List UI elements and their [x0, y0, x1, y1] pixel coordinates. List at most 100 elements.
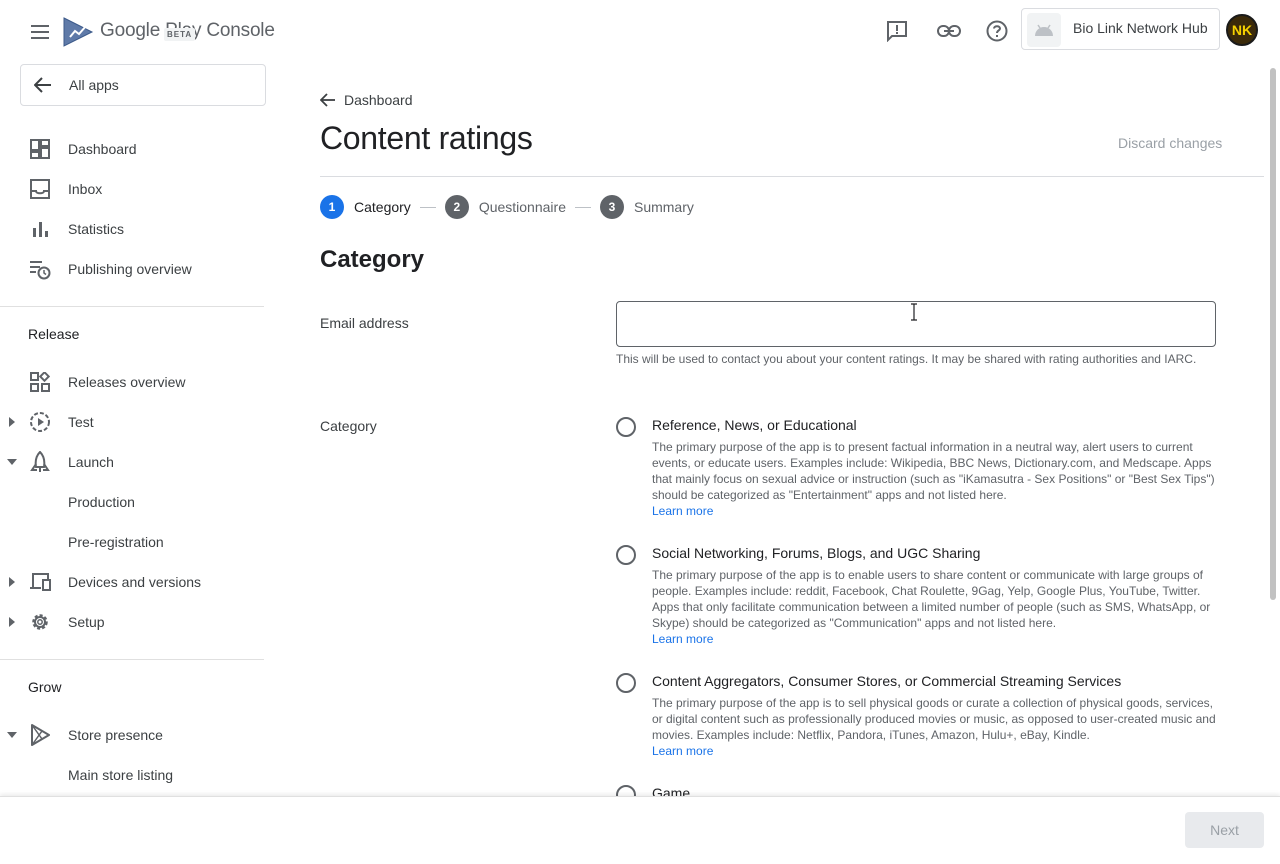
publishing-overview-icon	[29, 258, 51, 280]
sidebar-divider	[0, 306, 264, 307]
breadcrumb[interactable]: Dashboard	[320, 92, 413, 108]
step-connector	[574, 206, 591, 208]
radio-social[interactable]	[616, 545, 636, 565]
menu-icon[interactable]	[26, 18, 54, 46]
sidebar-item-label: Store presence	[68, 727, 163, 743]
option-description-text: The primary purpose of the app is to sel…	[652, 696, 1216, 742]
email-helper-text: This will be used to contact you about y…	[616, 352, 1197, 366]
android-icon	[1027, 13, 1061, 47]
sidebar-item-production[interactable]: Production	[0, 484, 264, 520]
sidebar-item-label: Dashboard	[68, 141, 137, 157]
option-description: The primary purpose of the app is to ena…	[652, 567, 1222, 647]
option-description: The primary purpose of the app is to sel…	[652, 695, 1222, 759]
sidebar-item-label: Launch	[68, 454, 114, 470]
sidebar-item-label: Main store listing	[68, 767, 174, 783]
category-option-reference: Reference, News, or Educational The prim…	[616, 417, 1226, 527]
option-description-text: The primary purpose of the app is to pre…	[652, 440, 1215, 502]
title-divider	[320, 176, 1264, 177]
caret-down-icon[interactable]	[6, 456, 18, 468]
sidebar-item-label: Releases overview	[68, 374, 186, 390]
category-option-social: Social Networking, Forums, Blogs, and UG…	[616, 545, 1226, 655]
sidebar-item-test[interactable]: Test	[0, 404, 264, 440]
sidebar-item-store-presence[interactable]: Store presence	[0, 717, 264, 753]
radio-reference[interactable]	[616, 417, 636, 437]
option-description-text: The primary purpose of the app is to ena…	[652, 568, 1211, 630]
app-selector[interactable]: Bio Link Network Hub	[1021, 8, 1220, 50]
releases-overview-icon	[29, 371, 51, 393]
all-apps-label: All apps	[69, 77, 119, 93]
arrow-back-icon	[320, 93, 335, 107]
devices-icon	[29, 571, 51, 593]
sidebar-section-release: Release	[28, 326, 80, 342]
caret-down-icon[interactable]	[6, 729, 18, 741]
sidebar-item-label: Publishing overview	[68, 261, 192, 277]
breadcrumb-label: Dashboard	[344, 92, 413, 108]
sidebar-item-main-store-listing[interactable]: Main store listing	[0, 757, 264, 793]
step-questionnaire[interactable]: 2 Questionnaire	[444, 195, 566, 219]
bar-chart-icon	[29, 218, 51, 240]
step-number: 2	[444, 195, 469, 219]
feedback-icon[interactable]	[883, 17, 911, 45]
sidebar-item-releases-overview[interactable]: Releases overview	[0, 364, 264, 400]
category-option-aggregators: Content Aggregators, Consumer Stores, or…	[616, 673, 1226, 763]
sidebar-item-launch[interactable]: Launch	[0, 444, 264, 480]
option-title: Social Networking, Forums, Blogs, and UG…	[652, 545, 981, 561]
sidebar-item-label: Inbox	[68, 181, 103, 197]
test-icon	[29, 411, 51, 433]
help-icon[interactable]	[983, 17, 1011, 45]
option-title: Content Aggregators, Consumer Stores, or…	[652, 673, 1122, 689]
discard-changes-button[interactable]: Discard changes	[1118, 135, 1222, 151]
sidebar-item-pre-registration[interactable]: Pre-registration	[0, 524, 264, 560]
sidebar-section-grow: Grow	[28, 679, 62, 695]
avatar[interactable]: NK	[1226, 14, 1258, 46]
step-number: 3	[599, 195, 624, 219]
stepper: 1 Category 2 Questionnaire 3 Summary	[320, 195, 694, 219]
sidebar-item-setup[interactable]: Setup	[0, 604, 264, 640]
all-apps-button[interactable]: All apps	[20, 64, 266, 106]
step-number: 1	[320, 195, 344, 219]
play-console-logo-icon	[63, 17, 94, 47]
beta-badge: BETA	[164, 28, 196, 41]
sidebar-item-publishing-overview[interactable]: Publishing overview	[0, 251, 264, 287]
play-icon	[29, 724, 51, 746]
step-label: Category	[354, 199, 411, 215]
step-label: Questionnaire	[478, 199, 566, 215]
bottom-action-bar	[0, 796, 1280, 864]
email-field[interactable]	[616, 301, 1216, 347]
sidebar-item-label: Setup	[68, 614, 105, 630]
app-name: Bio Link Network Hub	[1073, 20, 1208, 36]
learn-more-link[interactable]: Learn more	[652, 503, 1222, 519]
sidebar-item-label: Test	[68, 414, 94, 430]
sidebar-item-dashboard[interactable]: Dashboard	[0, 131, 264, 167]
learn-more-link[interactable]: Learn more	[652, 631, 1222, 647]
step-category[interactable]: 1 Category	[320, 195, 411, 219]
caret-right-icon[interactable]	[6, 576, 18, 588]
sidebar-divider	[0, 659, 264, 660]
option-description: The primary purpose of the app is to pre…	[652, 439, 1222, 519]
step-connector	[419, 206, 436, 208]
radio-aggregators[interactable]	[616, 673, 636, 693]
caret-right-icon[interactable]	[6, 616, 18, 628]
caret-right-icon[interactable]	[6, 416, 18, 428]
sidebar-item-devices-and-versions[interactable]: Devices and versions	[0, 564, 264, 600]
step-summary[interactable]: 3 Summary	[599, 195, 694, 219]
email-label: Email address	[320, 315, 409, 331]
category-label: Category	[320, 418, 377, 434]
learn-more-link[interactable]: Learn more	[652, 743, 1222, 759]
scrollbar[interactable]	[1270, 68, 1276, 600]
page-title: Content ratings	[320, 120, 533, 156]
arrow-back-icon	[33, 75, 53, 95]
sidebar-item-label: Statistics	[68, 221, 125, 237]
next-button[interactable]: Next	[1185, 812, 1264, 848]
sidebar-item-label: Production	[68, 494, 135, 510]
option-title: Reference, News, or Educational	[652, 417, 857, 433]
launch-icon	[29, 451, 51, 473]
step-label: Summary	[633, 199, 694, 215]
sidebar-item-statistics[interactable]: Statistics	[0, 211, 264, 247]
section-heading: Category	[320, 246, 425, 273]
sidebar-item-inbox[interactable]: Inbox	[0, 171, 264, 207]
sidebar-item-label: Pre-registration	[68, 534, 164, 550]
sidebar-item-label: Devices and versions	[68, 574, 202, 590]
gear-icon	[29, 611, 51, 633]
link-icon[interactable]	[935, 17, 963, 45]
